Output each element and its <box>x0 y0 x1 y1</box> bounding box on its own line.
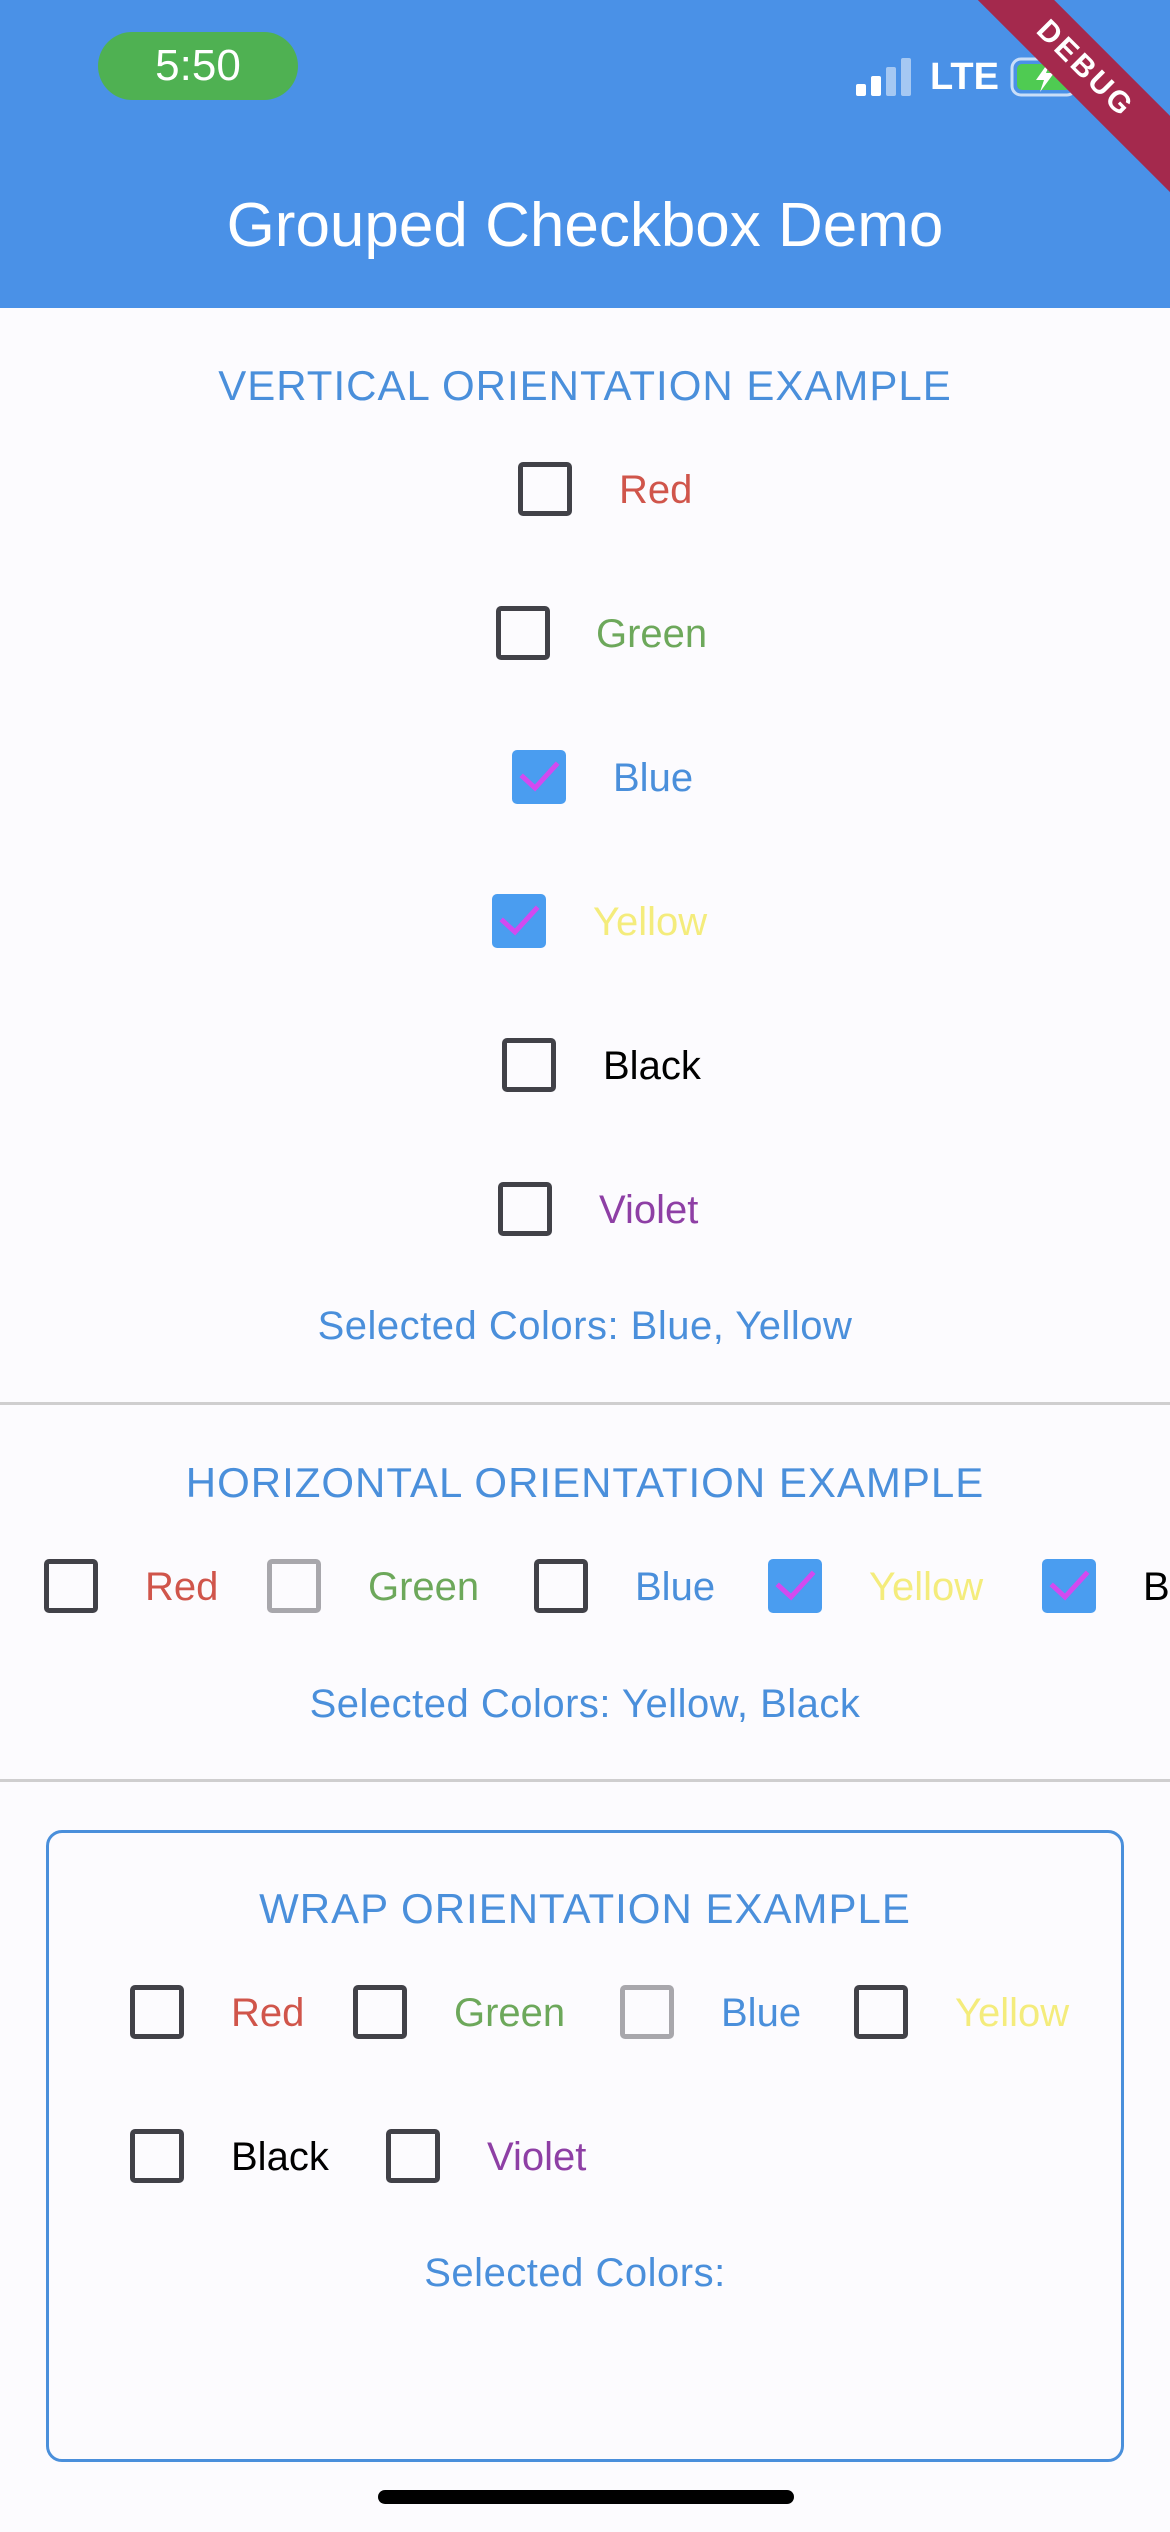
wrap-item-violet[interactable]: Violet <box>386 2127 616 2187</box>
check-icon <box>499 905 540 936</box>
wrap-item-black[interactable]: Black <box>130 2127 350 2187</box>
section-divider <box>0 1779 1170 1782</box>
checkbox-black[interactable] <box>1042 1559 1096 1613</box>
network-type: LTE <box>930 56 999 98</box>
checkbox-red[interactable] <box>518 462 572 516</box>
checkbox-red[interactable] <box>44 1559 98 1613</box>
checkbox-label: Green <box>368 1565 480 1609</box>
checkbox-yellow[interactable] <box>492 894 546 948</box>
check-icon <box>519 761 560 792</box>
vertical-item-black[interactable]: Black <box>0 1036 1170 1096</box>
checkbox-label: Violet <box>487 2135 587 2179</box>
checkbox-yellow[interactable] <box>854 1985 908 2039</box>
home-indicator[interactable] <box>378 2490 794 2504</box>
wrap-item-green[interactable]: Green <box>353 1983 583 2043</box>
checkbox-label: Green <box>454 1991 566 2035</box>
vertical-item-blue[interactable]: Blue <box>0 748 1170 808</box>
checkbox-label: Blue <box>613 756 694 800</box>
wrap-item-yellow[interactable]: Yellow <box>854 1983 1094 2043</box>
checkbox-green[interactable] <box>496 606 550 660</box>
checkbox-label: Blue <box>721 1991 802 2035</box>
horizontal-item-red[interactable]: Red <box>44 1557 244 1617</box>
checkbox-green[interactable] <box>267 1559 321 1613</box>
app-bar: 5:50 LTE DEBUG Grouped Checkbox Demo <box>0 0 1170 308</box>
checkbox-label: Green <box>596 612 708 656</box>
checkbox-blue[interactable] <box>534 1559 588 1613</box>
vertical-item-red[interactable]: Red <box>0 460 1170 520</box>
section-divider <box>0 1402 1170 1405</box>
check-icon <box>775 1570 816 1601</box>
checkbox-label: Yellow <box>955 1991 1070 2035</box>
checkbox-violet[interactable] <box>386 2129 440 2183</box>
vertical-item-yellow[interactable]: Yellow <box>0 892 1170 952</box>
checkbox-yellow[interactable] <box>768 1559 822 1613</box>
horizontal-item-yellow[interactable]: Yellow <box>768 1557 1008 1617</box>
debug-banner: DEBUG <box>949 0 1170 205</box>
wrap-item-red[interactable]: Red <box>130 1983 330 2043</box>
checkbox-label: Blue <box>635 1565 716 1609</box>
checkbox-label: Yellow <box>869 1565 984 1609</box>
checkbox-blue[interactable] <box>620 1985 674 2039</box>
checkbox-red[interactable] <box>130 1985 184 2039</box>
checkbox-label: Red <box>619 468 693 512</box>
checkbox-label: B <box>1143 1565 1170 1609</box>
checkbox-label: Black <box>603 1044 701 1088</box>
checkbox-label: Yellow <box>593 900 708 944</box>
app-bar-title: Grouped Checkbox Demo <box>226 191 944 260</box>
checkbox-blue[interactable] <box>512 750 566 804</box>
vertical-item-green[interactable]: Green <box>0 604 1170 664</box>
horizontal-selected-colors: Selected Colors: Yellow, Black <box>309 1682 861 1726</box>
horizontal-item-green[interactable]: Green <box>267 1557 497 1617</box>
horizontal-item-black[interactable]: B <box>1042 1557 1170 1617</box>
horizontal-section-title: HORIZONTAL ORIENTATION EXAMPLE <box>185 1459 985 1506</box>
wrap-section-title: WRAP ORIENTATION EXAMPLE <box>259 1885 911 1932</box>
cellular-signal-icon <box>856 58 911 96</box>
status-time: 5:50 <box>98 32 298 100</box>
checkbox-black[interactable] <box>502 1038 556 1092</box>
checkbox-black[interactable] <box>130 2129 184 2183</box>
vertical-section-title: VERTICAL ORIENTATION EXAMPLE <box>218 362 952 409</box>
wrap-selected-colors: Selected Colors: <box>424 2251 726 2295</box>
vertical-item-violet[interactable]: Violet <box>0 1180 1170 1240</box>
check-icon <box>1049 1570 1090 1601</box>
horizontal-item-blue[interactable]: Blue <box>534 1557 734 1617</box>
wrap-item-blue[interactable]: Blue <box>620 1983 820 2043</box>
checkbox-green[interactable] <box>353 1985 407 2039</box>
checkbox-label: Black <box>231 2135 329 2179</box>
checkbox-label: Violet <box>599 1188 699 1232</box>
checkbox-label: Red <box>231 1991 305 2035</box>
checkbox-violet[interactable] <box>498 1182 552 1236</box>
vertical-selected-colors: Selected Colors: Blue, Yellow <box>317 1304 853 1348</box>
checkbox-label: Red <box>145 1565 219 1609</box>
